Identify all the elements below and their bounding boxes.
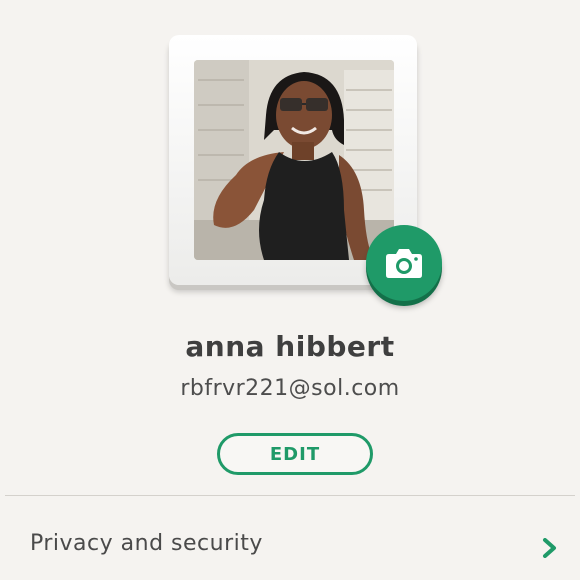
user-photo-icon bbox=[194, 60, 394, 260]
profile-screen: anna hibbert rbfrvr221@sol.com EDIT Priv… bbox=[0, 0, 580, 580]
change-photo-button[interactable] bbox=[366, 225, 442, 301]
camera-icon bbox=[384, 247, 424, 279]
menu-item-label: Privacy and security bbox=[30, 531, 263, 556]
user-email: rbfrvr221@sol.com bbox=[180, 376, 400, 401]
user-name: anna hibbert bbox=[185, 330, 395, 363]
menu-item-privacy-security[interactable]: Privacy and security bbox=[0, 496, 580, 580]
edit-profile-button[interactable]: EDIT bbox=[217, 433, 373, 475]
chevron-right-icon bbox=[542, 538, 558, 562]
avatar-photo[interactable] bbox=[194, 60, 394, 260]
